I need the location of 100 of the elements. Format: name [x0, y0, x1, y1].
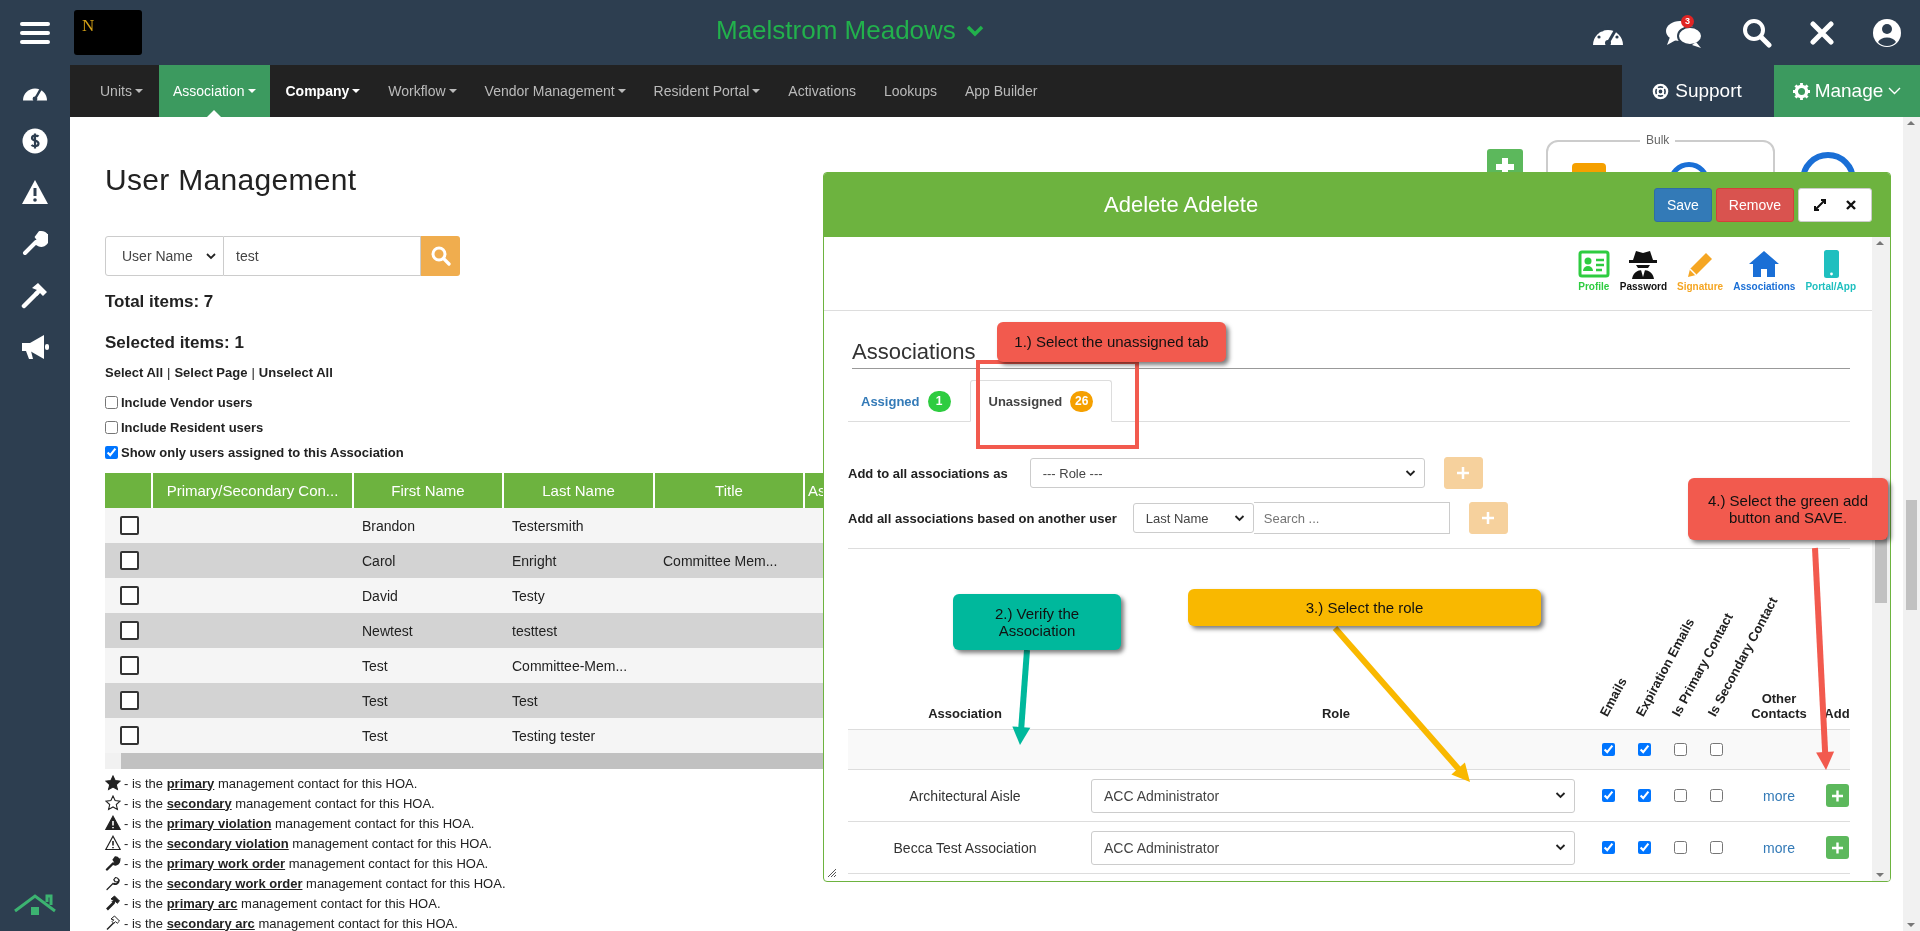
- nav-item[interactable]: Activations: [774, 65, 870, 117]
- select-link[interactable]: Unselect All: [258, 365, 333, 380]
- chevron-down-icon[interactable]: [965, 24, 984, 37]
- tab[interactable]: Unassigned 26: [969, 380, 1113, 422]
- chevron-down-icon: [206, 252, 216, 260]
- chevron-down-icon: [1404, 469, 1416, 477]
- field-label: Add all associations based on another user: [848, 510, 1117, 526]
- column-header: Add: [1824, 706, 1850, 721]
- support-button[interactable]: Support: [1622, 65, 1772, 117]
- checkbox[interactable]: [1709, 789, 1723, 802]
- spy-icon: [1627, 249, 1660, 279]
- search-icon[interactable]: [1742, 17, 1772, 48]
- table-cell: Testy: [512, 587, 545, 604]
- row-checkbox[interactable]: [119, 726, 139, 745]
- lifebuoy-icon: [1652, 82, 1670, 100]
- gear-icon: [1792, 82, 1810, 100]
- more-link[interactable]: more: [1763, 839, 1795, 856]
- checkbox[interactable]: [105, 421, 118, 434]
- manage-button[interactable]: Manage: [1772, 65, 1920, 117]
- search-field[interactable]: test: [224, 236, 421, 276]
- table-cell: Carol: [362, 552, 396, 569]
- checkbox[interactable]: [1673, 841, 1687, 854]
- table-cell: Committee Mem...: [663, 552, 778, 569]
- separator: |: [251, 365, 255, 380]
- checkbox-label: Show only users assigned to this Association: [121, 445, 404, 460]
- bulk-label: Bulk: [1640, 133, 1676, 147]
- checkbox[interactable]: [1601, 841, 1615, 854]
- nav-item[interactable]: Company: [271, 65, 375, 117]
- field-label: Add to all associations as: [848, 465, 1008, 481]
- hammer-icon: [105, 895, 121, 911]
- plus-icon: [1831, 789, 1843, 802]
- select-link[interactable]: Select All: [105, 365, 164, 380]
- table-cell: Test: [362, 657, 388, 674]
- dollar-icon[interactable]: [22, 128, 48, 154]
- row-checkbox[interactable]: [119, 621, 139, 640]
- row-checkbox[interactable]: [119, 586, 139, 605]
- selected-items: Selected items: 1: [105, 333, 244, 353]
- row-checkbox[interactable]: [119, 551, 139, 570]
- scrollbar[interactable]: [1903, 117, 1920, 931]
- row-checkbox[interactable]: [119, 656, 139, 675]
- nav-item[interactable]: Units: [86, 65, 157, 117]
- association-title[interactable]: Maelstrom Meadows: [716, 15, 956, 46]
- wrench-icon[interactable]: [22, 230, 48, 256]
- nav-item[interactable]: Resident Portal: [639, 65, 775, 117]
- search-icon: [430, 246, 451, 266]
- checkbox[interactable]: [1637, 743, 1651, 756]
- callout: 2.) Verify the Association: [953, 594, 1121, 650]
- caret-icon: [617, 89, 626, 93]
- warning-icon[interactable]: [21, 179, 49, 205]
- section-link[interactable]: Associations: [1733, 249, 1796, 305]
- select-link[interactable]: Select Page: [174, 365, 248, 380]
- table-cell: Testersmith: [512, 517, 584, 534]
- checkbox[interactable]: [105, 446, 118, 459]
- nav-item[interactable]: Workflow: [374, 65, 471, 117]
- checkbox[interactable]: [1637, 841, 1651, 854]
- close-icon[interactable]: [1845, 199, 1857, 211]
- row-checkbox[interactable]: [119, 691, 139, 710]
- nav-item[interactable]: Lookups: [870, 65, 951, 117]
- role-select[interactable]: ACC Administrator: [1091, 778, 1575, 813]
- menu-icon[interactable]: [20, 20, 50, 45]
- remove-button[interactable]: Remove: [1715, 188, 1794, 222]
- more-link[interactable]: more: [1763, 787, 1795, 804]
- search-by-select[interactable]: User Name: [105, 236, 224, 276]
- row-checkbox[interactable]: [119, 516, 139, 535]
- plus-icon: [1831, 841, 1843, 854]
- table-cell: Test: [362, 727, 388, 744]
- chevron-down-icon: [1555, 844, 1566, 851]
- tab[interactable]: Assigned 1: [848, 380, 964, 422]
- checkbox-label: Include Resident users: [121, 420, 264, 435]
- table-cell: Testing tester: [512, 727, 596, 744]
- save-button[interactable]: Save: [1653, 188, 1712, 222]
- table-cell: Committee-Mem...: [512, 657, 628, 674]
- checkbox[interactable]: [105, 396, 118, 409]
- nav-item[interactable]: Association: [158, 65, 270, 117]
- section-link[interactable]: Password: [1619, 249, 1668, 305]
- resize-grip-icon[interactable]: [827, 868, 837, 878]
- expand-icon[interactable]: [1813, 198, 1827, 212]
- user-icon[interactable]: [1872, 17, 1902, 48]
- checkbox[interactable]: [1637, 789, 1651, 802]
- checkbox[interactable]: [1673, 743, 1687, 756]
- add-button[interactable]: [1825, 836, 1849, 859]
- caret-icon: [448, 89, 457, 93]
- megaphone-icon[interactable]: [20, 334, 50, 360]
- checkbox[interactable]: [1709, 743, 1723, 756]
- scrollbar[interactable]: [1872, 237, 1890, 881]
- checkbox[interactable]: [1673, 789, 1687, 802]
- checkbox[interactable]: [1601, 789, 1615, 802]
- add-button[interactable]: [1825, 784, 1849, 807]
- logo[interactable]: N: [74, 10, 142, 55]
- hammer-icon[interactable]: [21, 281, 49, 309]
- legend-text: - is the primary violation management contact for this HOA.: [124, 815, 475, 831]
- caret-icon: [352, 89, 361, 93]
- plus-icon: [1457, 467, 1470, 479]
- checkbox[interactable]: [1601, 743, 1615, 756]
- column-header: Association: [928, 706, 1002, 721]
- nav-item[interactable]: Vendor Management: [470, 65, 640, 117]
- caret-icon: [134, 89, 143, 93]
- role-select[interactable]: ACC Administrator: [1091, 830, 1575, 865]
- checkbox[interactable]: [1709, 841, 1723, 854]
- nav-item[interactable]: App Builder: [950, 65, 1052, 117]
